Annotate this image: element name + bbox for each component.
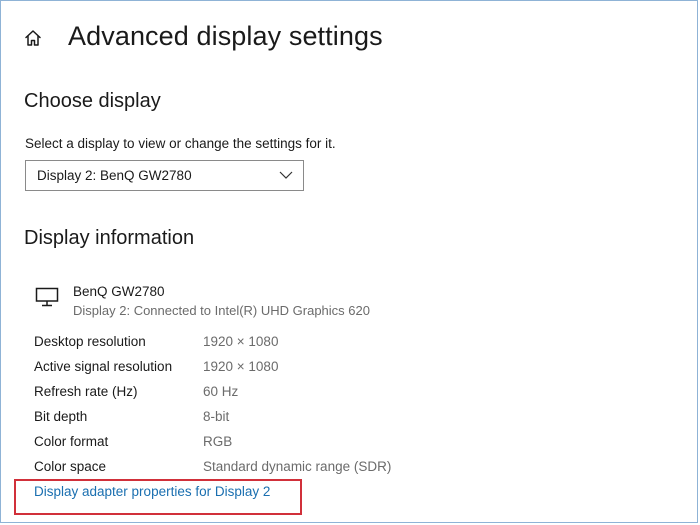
info-value: 1920 × 1080: [203, 334, 279, 349]
info-label: Color format: [34, 434, 109, 449]
info-label: Refresh rate (Hz): [34, 384, 138, 399]
monitor-icon: [35, 287, 59, 307]
choose-display-instruction: Select a display to view or change the s…: [25, 136, 336, 151]
display-adapter-properties-link[interactable]: Display adapter properties for Display 2: [34, 484, 270, 499]
page-title: Advanced display settings: [68, 21, 383, 51]
info-value: 8-bit: [203, 409, 230, 424]
monitor-connection: Display 2: Connected to Intel(R) UHD Gra…: [73, 303, 370, 318]
home-icon[interactable]: [23, 28, 43, 48]
info-row-color-format: Color format RGB: [34, 434, 634, 454]
chevron-down-icon: [279, 171, 293, 179]
monitor-name: BenQ GW2780: [73, 284, 165, 299]
display-select-value: Display 2: BenQ GW2780: [37, 168, 192, 183]
info-label: Bit depth: [34, 409, 88, 424]
info-value: Standard dynamic range (SDR): [203, 459, 392, 474]
info-value: 60 Hz: [203, 384, 239, 399]
info-label: Color space: [34, 459, 107, 474]
display-information-heading: Display information: [24, 227, 195, 249]
choose-display-heading: Choose display: [24, 90, 161, 112]
info-row-desktop-resolution: Desktop resolution 1920 × 1080: [34, 334, 634, 354]
info-value: 1920 × 1080: [203, 359, 279, 374]
info-row-color-space: Color space Standard dynamic range (SDR): [34, 459, 634, 479]
info-value: RGB: [203, 434, 233, 449]
info-row-active-signal-resolution: Active signal resolution 1920 × 1080: [34, 359, 634, 379]
info-row-refresh-rate: Refresh rate (Hz) 60 Hz: [34, 384, 634, 404]
info-label: Desktop resolution: [34, 334, 146, 349]
info-label: Active signal resolution: [34, 359, 173, 374]
info-row-bit-depth: Bit depth 8-bit: [34, 409, 634, 429]
display-select-dropdown[interactable]: Display 2: BenQ GW2780: [25, 160, 304, 191]
advanced-display-settings-page: Advanced display settings Choose display…: [0, 0, 698, 523]
